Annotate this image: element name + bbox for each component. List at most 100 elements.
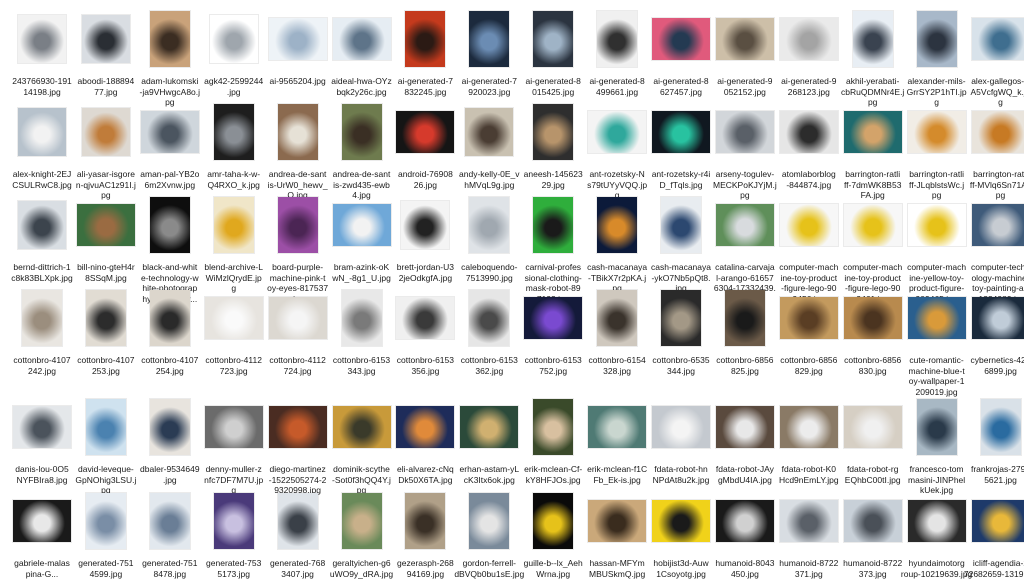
thumbnail-frame xyxy=(841,392,905,462)
image-thumbnail[interactable] xyxy=(844,406,902,448)
image-thumbnail[interactable] xyxy=(205,406,263,448)
image-thumbnail[interactable] xyxy=(716,500,774,542)
image-thumbnail[interactable] xyxy=(333,406,391,448)
image-thumbnail[interactable] xyxy=(972,500,1024,542)
image-thumbnail[interactable] xyxy=(278,493,318,549)
image-thumbnail[interactable] xyxy=(82,108,130,156)
image-thumbnail[interactable] xyxy=(780,500,838,542)
image-thumbnail[interactable] xyxy=(150,290,190,346)
image-thumbnail[interactable] xyxy=(214,197,254,253)
image-thumbnail[interactable] xyxy=(18,15,66,63)
image-thumbnail[interactable] xyxy=(469,493,509,549)
image-thumbnail[interactable] xyxy=(533,197,573,253)
image-thumbnail[interactable] xyxy=(780,297,838,339)
image-thumbnail[interactable] xyxy=(908,111,966,153)
image-thumbnail[interactable] xyxy=(13,500,71,542)
image-thumbnail[interactable] xyxy=(780,18,838,60)
image-thumbnail[interactable] xyxy=(597,290,637,346)
image-thumbnail[interactable] xyxy=(18,108,66,156)
image-thumbnail[interactable] xyxy=(917,399,957,455)
image-thumbnail[interactable] xyxy=(18,201,66,249)
image-thumbnail[interactable] xyxy=(588,111,646,153)
image-thumbnail[interactable] xyxy=(469,11,509,67)
image-thumbnail[interactable] xyxy=(269,406,327,448)
image-thumbnail[interactable] xyxy=(780,406,838,448)
image-thumbnail[interactable] xyxy=(972,111,1024,153)
image-thumbnail[interactable] xyxy=(844,500,902,542)
image-thumbnail[interactable] xyxy=(342,104,382,160)
image-thumbnail[interactable] xyxy=(533,104,573,160)
image-thumbnail[interactable] xyxy=(401,201,449,249)
image-thumbnail[interactable] xyxy=(214,104,254,160)
image-thumbnail[interactable] xyxy=(597,11,637,67)
image-thumbnail[interactable] xyxy=(908,297,966,339)
image-thumbnail[interactable] xyxy=(86,290,126,346)
image-thumbnail[interactable] xyxy=(405,493,445,549)
image-thumbnail[interactable] xyxy=(278,197,318,253)
thumbnail-frame xyxy=(841,486,905,556)
image-thumbnail[interactable] xyxy=(533,11,573,67)
image-thumbnail[interactable] xyxy=(86,493,126,549)
image-thumbnail[interactable] xyxy=(780,204,838,246)
image-thumbnail[interactable] xyxy=(853,11,893,67)
image-thumbnail[interactable] xyxy=(278,104,318,160)
image-thumbnail[interactable] xyxy=(150,11,190,67)
image-thumbnail[interactable] xyxy=(150,493,190,549)
image-thumbnail[interactable] xyxy=(908,500,966,542)
image-thumbnail[interactable] xyxy=(269,297,327,339)
image-thumbnail[interactable] xyxy=(716,204,774,246)
image-thumbnail[interactable] xyxy=(972,297,1024,339)
image-thumbnail[interactable] xyxy=(652,406,710,448)
image-thumbnail[interactable] xyxy=(205,297,263,339)
image-thumbnail[interactable] xyxy=(150,197,190,253)
image-thumbnail[interactable] xyxy=(13,406,71,448)
image-thumbnail[interactable] xyxy=(524,297,582,339)
file-thumbnail-grid: 243766930-191 14198.jpgaboodi-188894 77.… xyxy=(0,0,1024,548)
image-thumbnail[interactable] xyxy=(588,406,646,448)
image-thumbnail[interactable] xyxy=(77,204,135,246)
image-thumbnail[interactable] xyxy=(716,406,774,448)
image-thumbnail[interactable] xyxy=(652,111,710,153)
image-thumbnail[interactable] xyxy=(396,297,454,339)
image-thumbnail[interactable] xyxy=(469,290,509,346)
image-thumbnail[interactable] xyxy=(533,399,573,455)
image-thumbnail[interactable] xyxy=(844,111,902,153)
image-thumbnail[interactable] xyxy=(396,406,454,448)
thumbnail-frame xyxy=(777,283,841,353)
image-thumbnail[interactable] xyxy=(908,204,966,246)
image-thumbnail[interactable] xyxy=(780,111,838,153)
image-thumbnail[interactable] xyxy=(342,290,382,346)
image-thumbnail[interactable] xyxy=(981,399,1021,455)
image-thumbnail[interactable] xyxy=(844,297,902,339)
image-thumbnail[interactable] xyxy=(269,18,327,60)
image-thumbnail[interactable] xyxy=(652,500,710,542)
image-thumbnail[interactable] xyxy=(725,290,765,346)
image-thumbnail[interactable] xyxy=(22,290,62,346)
image-thumbnail[interactable] xyxy=(214,493,254,549)
image-thumbnail[interactable] xyxy=(917,11,957,67)
image-thumbnail[interactable] xyxy=(588,500,646,542)
image-thumbnail[interactable] xyxy=(82,15,130,63)
image-thumbnail[interactable] xyxy=(405,11,445,67)
image-thumbnail[interactable] xyxy=(661,290,701,346)
image-thumbnail[interactable] xyxy=(597,197,637,253)
image-thumbnail[interactable] xyxy=(972,18,1024,60)
image-thumbnail[interactable] xyxy=(716,18,774,60)
image-thumbnail[interactable] xyxy=(465,108,513,156)
image-thumbnail[interactable] xyxy=(333,18,391,60)
image-thumbnail[interactable] xyxy=(533,493,573,549)
image-thumbnail[interactable] xyxy=(972,204,1024,246)
image-thumbnail[interactable] xyxy=(342,493,382,549)
image-thumbnail[interactable] xyxy=(210,15,258,63)
image-thumbnail[interactable] xyxy=(652,18,710,60)
image-thumbnail[interactable] xyxy=(844,204,902,246)
image-thumbnail[interactable] xyxy=(716,111,774,153)
image-thumbnail[interactable] xyxy=(333,204,391,246)
image-thumbnail[interactable] xyxy=(469,197,509,253)
image-thumbnail[interactable] xyxy=(661,197,701,253)
image-thumbnail[interactable] xyxy=(141,111,199,153)
image-thumbnail[interactable] xyxy=(460,406,518,448)
image-thumbnail[interactable] xyxy=(150,399,190,455)
image-thumbnail[interactable] xyxy=(86,399,126,455)
image-thumbnail[interactable] xyxy=(396,111,454,153)
